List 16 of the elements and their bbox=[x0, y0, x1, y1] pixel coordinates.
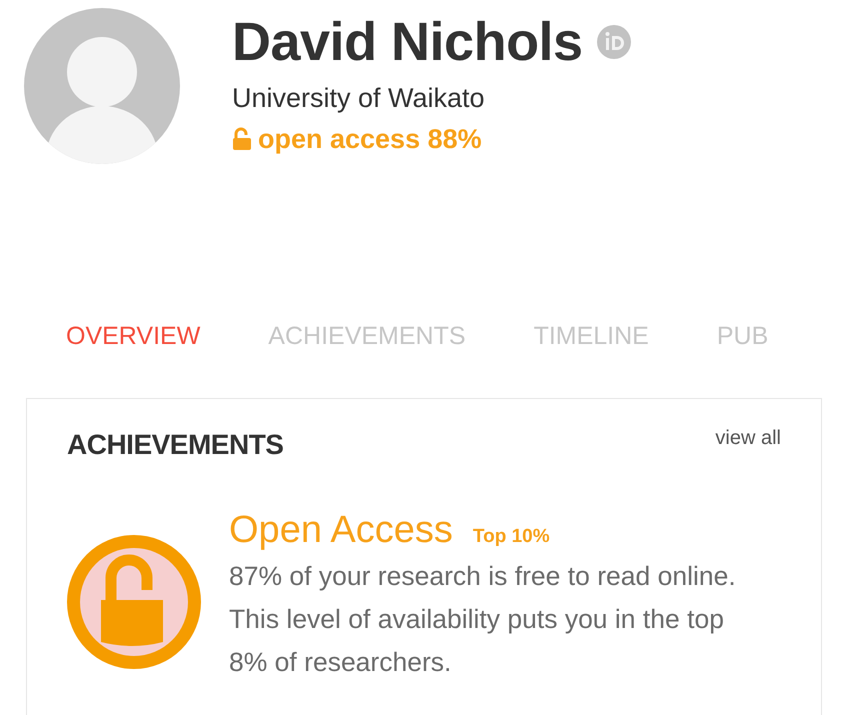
affiliation: University of Waikato bbox=[232, 82, 486, 115]
unlocked-padlock-icon bbox=[232, 127, 252, 151]
id-badge-icon bbox=[596, 25, 631, 59]
achievement-title: Open Access bbox=[229, 508, 453, 553]
profile-tab[interactable]: PUB bbox=[716, 322, 768, 351]
open-access-percentage: open access 88% bbox=[258, 123, 482, 156]
card-title: ACHIEVEMENTS bbox=[67, 429, 284, 461]
unlocked-padlock-badge-icon bbox=[67, 535, 201, 669]
profile-tab[interactable]: TIMELINE bbox=[534, 322, 649, 351]
profile-tab[interactable]: OVERVIEW bbox=[66, 322, 200, 351]
achievement-rank: Top 10% bbox=[472, 526, 550, 548]
view-all-link[interactable]: view all bbox=[715, 427, 781, 450]
avatar-icon bbox=[24, 8, 180, 164]
profile-name: David Nichols bbox=[232, 11, 583, 74]
profile-tab[interactable]: ACHIEVEMENTS bbox=[268, 322, 466, 351]
achievement-description: 87% of your research is free to read online. This level of availability puts you in the top 8% of researchers. bbox=[229, 560, 737, 679]
